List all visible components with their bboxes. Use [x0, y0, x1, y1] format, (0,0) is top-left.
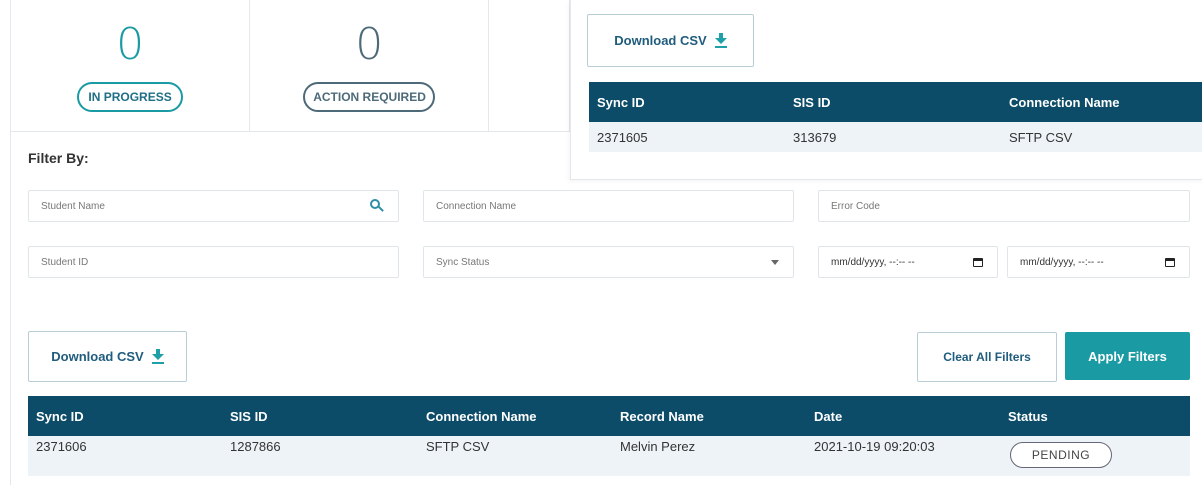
date-from-placeholder: mm/dd/yyyy, --:-- --	[831, 256, 915, 268]
column-header: SIS ID	[793, 94, 831, 110]
stat-card-partial	[489, 0, 569, 131]
stat-count: 0	[355, 19, 384, 70]
column-header: Sync ID	[597, 94, 645, 110]
download-icon	[151, 349, 164, 364]
stat-count: 0	[116, 19, 145, 70]
page-left-border	[10, 132, 11, 485]
date-to-placeholder: mm/dd/yyyy, --:-- --	[1020, 256, 1104, 268]
stats-cards: 0 IN PROGRESS 0 ACTION REQUIRED	[10, 0, 570, 132]
column-header: Status	[1008, 408, 1048, 424]
cell-date: 2021-10-19 09:20:03	[814, 439, 935, 454]
calendar-icon[interactable]	[1165, 257, 1175, 267]
cell-status: PENDING	[1000, 439, 1190, 468]
table-row[interactable]: 2371605 313679 SFTP CSV	[589, 122, 1202, 152]
filter-title: Filter By:	[28, 150, 89, 166]
search-icon[interactable]	[370, 199, 384, 213]
popup-download-csv-button[interactable]: Download CSV	[587, 14, 754, 67]
column-header: Connection Name	[1009, 94, 1120, 110]
student-name-placeholder: Student Name	[41, 200, 105, 212]
error-code-placeholder: Error Code	[831, 200, 880, 212]
clear-all-filters-button[interactable]: Clear All Filters	[917, 332, 1057, 382]
column-header: Sync ID	[36, 408, 84, 424]
connection-name-input[interactable]: Connection Name	[423, 190, 794, 222]
apply-filters-label: Apply Filters	[1088, 348, 1167, 364]
sync-details-panel: Download CSV Sync ID SIS ID Connection N…	[570, 0, 1202, 180]
sync-status-select[interactable]: Sync Status	[423, 246, 794, 278]
column-header: Record Name	[620, 408, 704, 424]
cell-sync-id: 2371605	[597, 129, 648, 145]
sync-status-placeholder: Sync Status	[436, 256, 490, 268]
download-csv-label: Download CSV	[614, 33, 707, 48]
connection-name-placeholder: Connection Name	[436, 200, 517, 212]
chevron-down-icon[interactable]	[771, 259, 779, 265]
table-header: Sync ID SIS ID Connection Name Record Na…	[28, 396, 1190, 436]
cell-connection-name: SFTP CSV	[1009, 129, 1073, 145]
column-header: SIS ID	[230, 408, 268, 424]
cell-sis-id: 1287866	[230, 439, 281, 454]
cell-connection-name: SFTP CSV	[426, 439, 490, 454]
download-csv-button[interactable]: Download CSV	[28, 331, 187, 382]
stat-in-progress[interactable]: 0 IN PROGRESS	[11, 0, 251, 131]
cell-sync-id: 2371606	[36, 439, 87, 454]
apply-filters-button[interactable]: Apply Filters	[1065, 332, 1190, 380]
student-name-input[interactable]: Student Name	[28, 190, 399, 222]
download-csv-label: Download CSV	[51, 349, 144, 364]
error-code-input[interactable]: Error Code	[818, 190, 1190, 222]
popup-table: Sync ID SIS ID Connection Name 2371605 3…	[589, 82, 1202, 152]
date-from-input[interactable]: mm/dd/yyyy, --:-- --	[818, 246, 998, 278]
status-badge-action-required: ACTION REQUIRED	[303, 82, 436, 112]
clear-all-filters-label: Clear All Filters	[943, 350, 1031, 364]
student-id-placeholder: Student ID	[41, 256, 89, 268]
status-badge-in-progress: IN PROGRESS	[77, 82, 184, 112]
calendar-icon[interactable]	[973, 257, 983, 267]
download-icon	[714, 33, 727, 48]
results-table: Sync ID SIS ID Connection Name Record Na…	[28, 396, 1190, 476]
stat-action-required[interactable]: 0 ACTION REQUIRED	[250, 0, 490, 131]
table-row[interactable]: 2371606 1287866 SFTP CSV Melvin Perez 20…	[28, 436, 1190, 476]
column-header: Date	[814, 408, 843, 424]
date-to-input[interactable]: mm/dd/yyyy, --:-- --	[1007, 246, 1190, 278]
student-id-input[interactable]: Student ID	[28, 246, 399, 278]
cell-sis-id: 313679	[793, 129, 837, 145]
table-header: Sync ID SIS ID Connection Name	[589, 82, 1202, 122]
column-header: Connection Name	[426, 408, 537, 424]
cell-record-name: Melvin Perez	[620, 439, 696, 454]
status-badge: PENDING	[1010, 442, 1112, 468]
